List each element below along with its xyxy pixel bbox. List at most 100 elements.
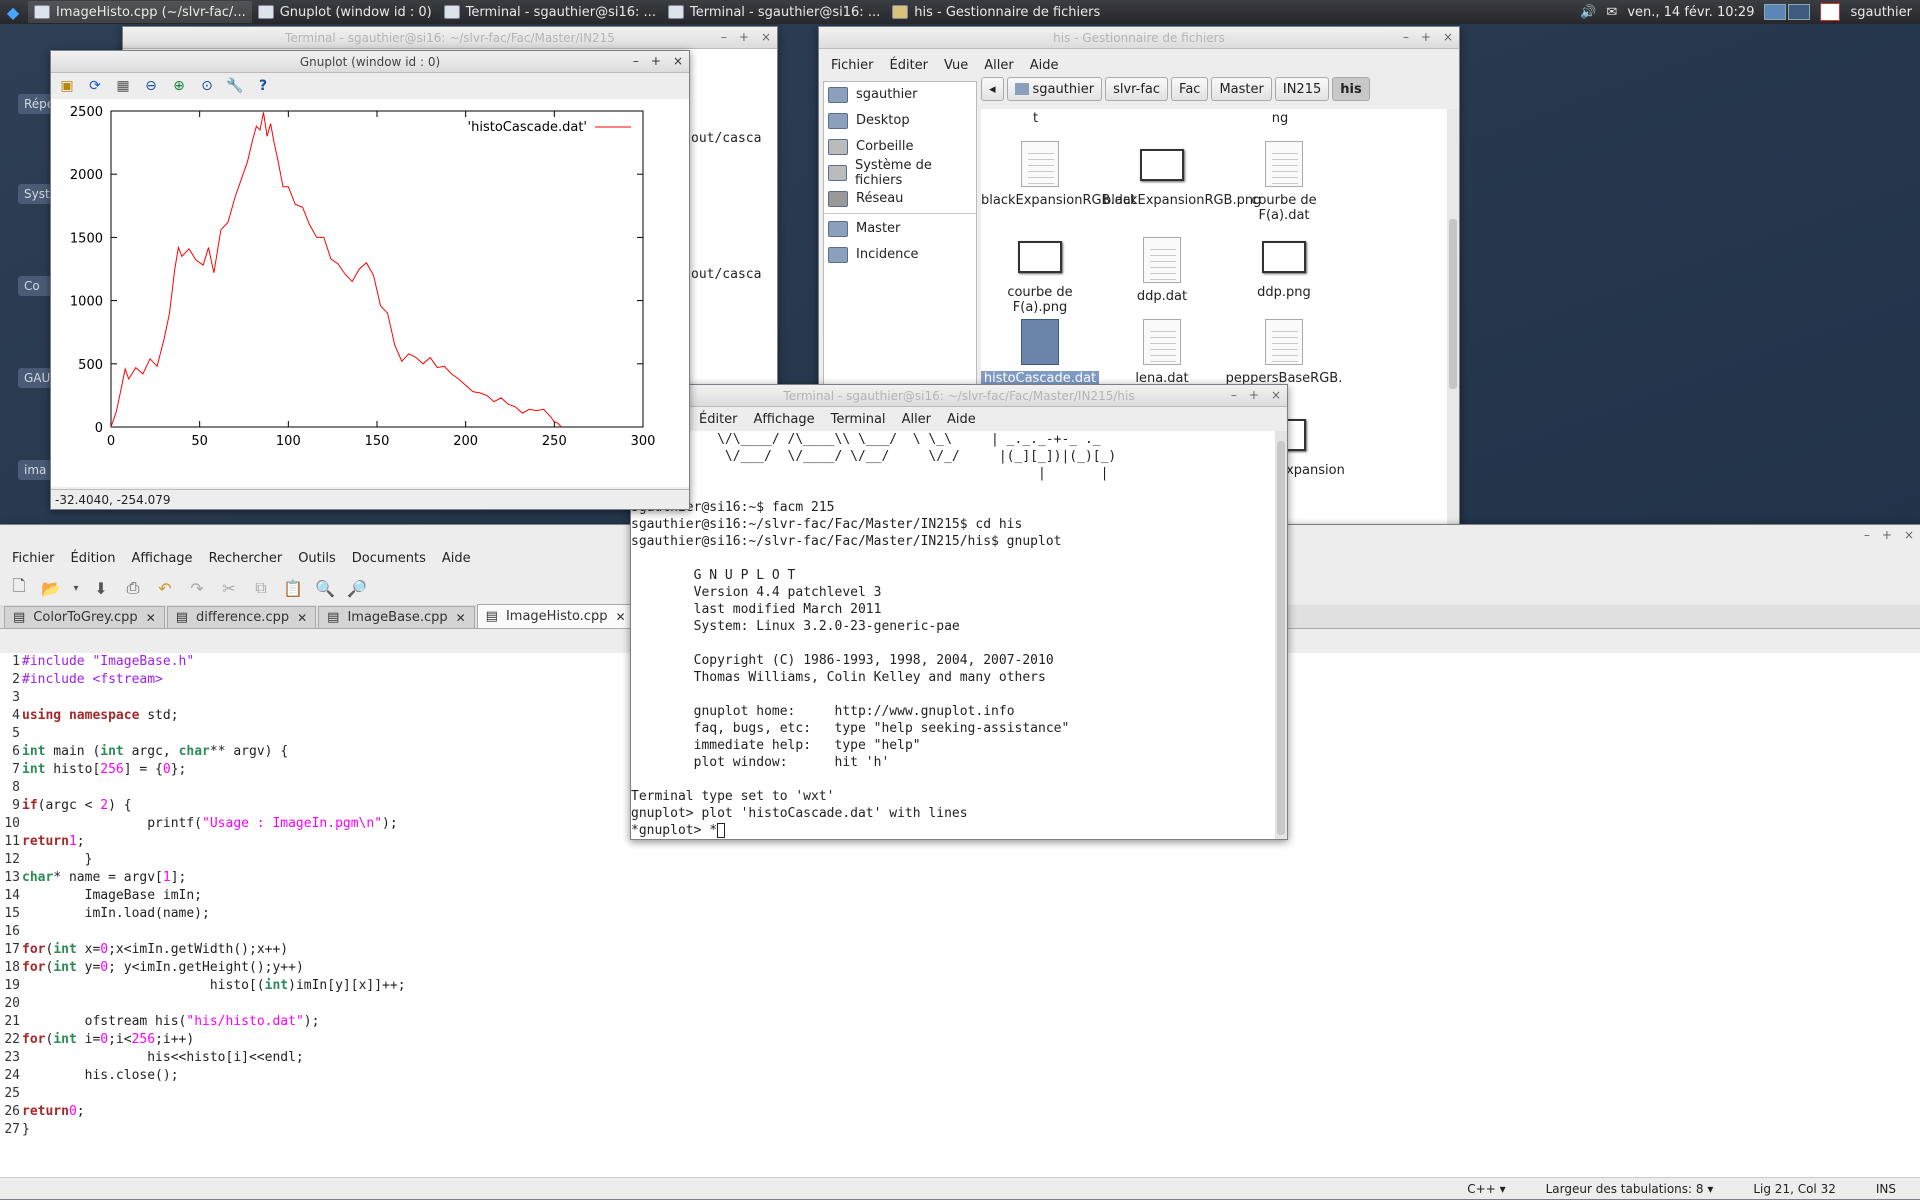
- menu-fichier[interactable]: Fichier: [4, 551, 63, 566]
- maximize-icon[interactable]: +: [739, 30, 749, 44]
- menu-aller[interactable]: Aller: [894, 412, 939, 427]
- menu-editer[interactable]: Éditer: [691, 412, 746, 427]
- task-gedit[interactable]: ImageHisto.cpp (~/slvr-fac/...: [28, 1, 252, 23]
- cut-icon[interactable]: ✂: [216, 575, 242, 601]
- scrollbar-thumb[interactable]: [1277, 441, 1285, 835]
- tab-imagebase[interactable]: ▤ ImageBase.cpp ✕: [318, 606, 475, 628]
- minimize-icon[interactable]: –: [633, 54, 639, 68]
- file-item[interactable]: blackExpansionRGB.dat: [981, 141, 1136, 208]
- workspace-2[interactable]: [1788, 4, 1811, 20]
- close-icon[interactable]: ×: [1904, 528, 1914, 542]
- breadcrumb-sgauthier[interactable]: sgauthier: [1006, 77, 1103, 101]
- file-item-selected[interactable]: histoCascade.dat: [981, 319, 1099, 386]
- undo-icon[interactable]: ↶: [152, 575, 178, 601]
- save-icon[interactable]: ⬇: [88, 575, 114, 601]
- minimize-icon[interactable]: –: [721, 30, 727, 44]
- menu-terminal[interactable]: Terminal: [823, 412, 894, 427]
- app-menu-icon[interactable]: ◆: [2, 1, 24, 23]
- file-item[interactable]: peppersBaseRGB.: [1225, 319, 1343, 386]
- terminal-titlebar[interactable]: Terminal - sgauthier@si16: ~/slvr-fac/Fa…: [631, 385, 1287, 407]
- close-tab-icon[interactable]: ✕: [297, 611, 307, 625]
- maximize-icon[interactable]: +: [1421, 30, 1431, 44]
- maximize-icon[interactable]: +: [1882, 528, 1892, 542]
- bg-terminal-titlebar[interactable]: Terminal - sgauthier@si16: ~/slvr-fac/Fa…: [123, 27, 777, 49]
- close-tab-icon[interactable]: ✕: [456, 611, 466, 625]
- help-icon[interactable]: ?: [251, 75, 275, 97]
- breadcrumb-slvr-fac[interactable]: slvr-fac: [1105, 77, 1169, 101]
- tab-colortogrey[interactable]: ▤ ColorToGrey.cpp ✕: [4, 606, 165, 628]
- file-item[interactable]: lena.dat: [1103, 319, 1221, 386]
- calendar-icon[interactable]: [1820, 3, 1841, 21]
- file-item[interactable]: ddp.png: [1225, 233, 1343, 300]
- file-item[interactable]: t: [981, 111, 1099, 126]
- close-tab-icon[interactable]: ✕: [615, 610, 625, 624]
- menu-fichier[interactable]: Fichier: [823, 58, 882, 73]
- mail-icon[interactable]: ✉: [1606, 5, 1617, 20]
- workspace-pager[interactable]: [1764, 4, 1811, 20]
- maximize-icon[interactable]: +: [1249, 388, 1259, 402]
- menu-affichage[interactable]: Affichage: [123, 551, 200, 566]
- file-item[interactable]: courbe de F(a).dat: [1225, 141, 1343, 223]
- gnuplot-titlebar[interactable]: Gnuplot (window id : 0) – + ×: [51, 51, 689, 73]
- menu-rechercher[interactable]: Rechercher: [201, 551, 291, 566]
- close-icon[interactable]: ×: [761, 30, 771, 44]
- new-file-icon[interactable]: 🗋: [6, 575, 32, 601]
- file-manager-titlebar[interactable]: his - Gestionnaire de fichiers – + ×: [819, 27, 1459, 49]
- place-network[interactable]: Réseau: [824, 188, 976, 209]
- breadcrumb-in215[interactable]: IN215: [1274, 77, 1330, 101]
- terminal-prompt-line[interactable]: *gnuplot> *: [631, 822, 1275, 839]
- breadcrumb-his[interactable]: his: [1332, 77, 1370, 101]
- file-grid-scrollbar[interactable]: [1447, 109, 1459, 529]
- user-name[interactable]: sgauthier: [1850, 5, 1912, 20]
- close-icon[interactable]: ×: [673, 54, 683, 68]
- place-filesystem[interactable]: Système de fichiers: [824, 158, 976, 188]
- copy-icon[interactable]: ⧉: [248, 575, 274, 601]
- chevron-down-icon[interactable]: ▾: [70, 575, 82, 601]
- menu-edition[interactable]: Édition: [63, 551, 124, 566]
- task-terminal-2[interactable]: Terminal - sgauthier@si16: ...: [662, 1, 886, 23]
- workspace-1[interactable]: [1764, 4, 1787, 20]
- paste-icon[interactable]: 📋: [280, 575, 306, 601]
- menu-outils[interactable]: Outils: [290, 551, 344, 566]
- file-item[interactable]: courbe de F(a).png: [981, 233, 1099, 315]
- place-master[interactable]: Master: [824, 218, 976, 239]
- place-desktop[interactable]: Desktop: [824, 110, 976, 131]
- minimize-icon[interactable]: –: [1403, 30, 1409, 44]
- gnuplot-window[interactable]: Gnuplot (window id : 0) – + × ▣ ⟳ ▦ ⊖ ⊕ ⊙ 🔧…: [50, 50, 690, 510]
- task-file-manager[interactable]: his - Gestionnaire de fichiers: [886, 1, 1106, 23]
- menu-aide[interactable]: Aide: [434, 551, 479, 566]
- close-icon[interactable]: ×: [1443, 30, 1453, 44]
- menu-aide[interactable]: Aide: [1022, 58, 1067, 73]
- task-gnuplot[interactable]: Gnuplot (window id : 0): [252, 1, 438, 23]
- print-icon[interactable]: ⎙: [120, 575, 146, 601]
- search-icon[interactable]: 🔍: [312, 575, 338, 601]
- breadcrumb-master[interactable]: Master: [1211, 77, 1272, 101]
- place-incidence[interactable]: Incidence: [824, 244, 976, 265]
- copy-to-clipboard-icon[interactable]: ▣: [55, 75, 79, 97]
- zoom-previous-icon[interactable]: ⊖: [139, 75, 163, 97]
- breadcrumb-back-button[interactable]: ◂: [981, 77, 1004, 101]
- place-home[interactable]: sgauthier: [824, 84, 976, 105]
- zoom-next-icon[interactable]: ⊕: [167, 75, 191, 97]
- file-item[interactable]: ddp.dat: [1103, 237, 1221, 304]
- clock[interactable]: ven., 14 févr. 10:29: [1627, 5, 1754, 20]
- language-selector[interactable]: C++ ▾: [1467, 1182, 1505, 1196]
- menu-documents[interactable]: Documents: [344, 551, 434, 566]
- grid-icon[interactable]: ▦: [111, 75, 135, 97]
- gnuplot-canvas[interactable]: 0 50 100 150 200 250 300 0 500 1000 1500 2000 2500 '…: [51, 99, 689, 487]
- terminal-window[interactable]: Terminal - sgauthier@si16: ~/slvr-fac/Fa…: [630, 384, 1288, 840]
- tab-difference[interactable]: ▤ difference.cpp ✕: [166, 606, 317, 628]
- place-trash[interactable]: Corbeille: [824, 136, 976, 157]
- menu-affichage[interactable]: Affichage: [746, 412, 823, 427]
- maximize-icon[interactable]: +: [651, 54, 661, 68]
- menu-vue[interactable]: Vue: [936, 58, 976, 73]
- breadcrumb-fac[interactable]: Fac: [1171, 77, 1209, 101]
- menu-aide[interactable]: Aide: [939, 412, 984, 427]
- tab-imagehisto[interactable]: ▤ ImageHisto.cpp ✕: [476, 604, 635, 628]
- close-icon[interactable]: ×: [1271, 388, 1281, 402]
- file-item[interactable]: ng: [1221, 111, 1339, 126]
- terminal-output[interactable]: \/\____/ /\____\\ \___/ \ \_\ | _._._-+-…: [631, 431, 1275, 839]
- task-terminal-1[interactable]: Terminal - sgauthier@si16: ...: [438, 1, 662, 23]
- redo-icon[interactable]: ↷: [184, 575, 210, 601]
- autoscale-icon[interactable]: ⊙: [195, 75, 219, 97]
